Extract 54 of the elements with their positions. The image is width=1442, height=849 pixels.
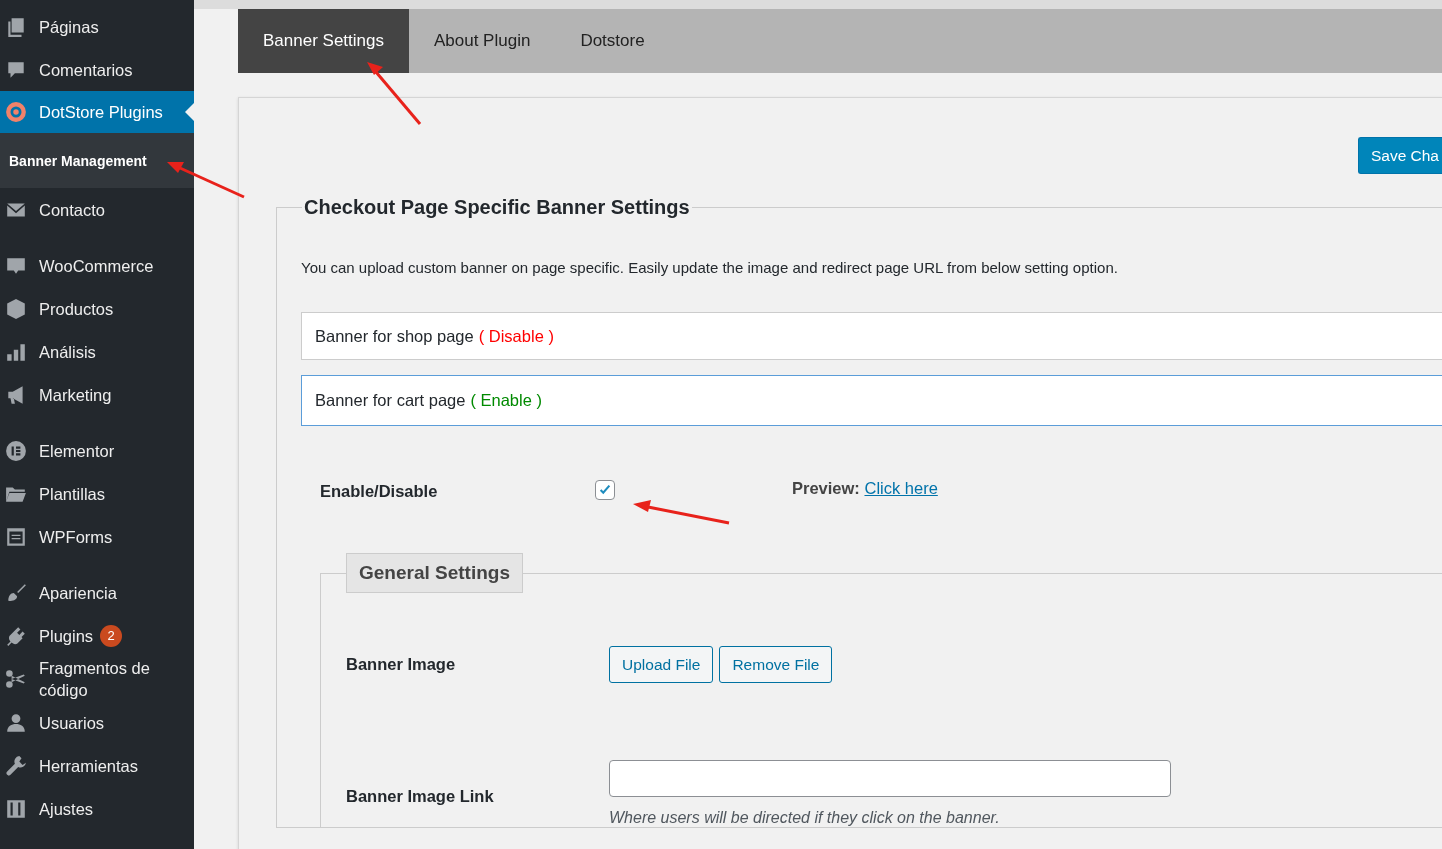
field-label: Banner Image Link [346,787,495,806]
sidebar-item[interactable]: Productos [0,287,194,330]
brush-icon [5,581,27,604]
accordion-title: Banner for cart page [315,391,466,410]
sidebar-item[interactable]: Fragmentos de código [0,657,194,701]
sliders-icon [5,797,27,820]
accordion-header[interactable]: Banner for cart page ( Enable ) [301,375,1442,426]
sidebar-item[interactable]: Ajustes [0,787,194,830]
sidebar-item[interactable]: Elementor [0,429,194,472]
sidebar-item[interactable]: WooCommerce [0,244,194,287]
sidebar-item[interactable]: WPForms [0,515,194,558]
file-button[interactable]: Remove File [719,646,833,683]
sidebar-item[interactable]: Plugins 2 [0,614,194,657]
sidebar-item[interactable]: Plantillas [0,472,194,515]
general-settings-legend: General Settings [346,553,523,593]
status-label: ( Disable ) [478,326,554,346]
update-count-badge: 2 [100,624,123,647]
description-text: You can upload custom banner on page specific. Easily update the image and redirect page URL from below setting option. [301,259,1119,276]
sidebar-item[interactable]: Marketing [0,373,194,416]
round-logo-icon [5,439,27,462]
checkmark-icon [598,482,612,497]
sidebar-item[interactable]: Contacto [0,188,194,231]
wrench-icon [5,754,27,777]
form-icon [5,525,27,548]
banner-link-input[interactable] [609,760,1171,797]
file-button[interactable]: Upload File [609,646,714,683]
sidebar-item[interactable]: DotStore Plugins [0,91,194,133]
accordion-header[interactable]: Banner for shop page ( Disable ) [301,312,1442,360]
person-icon [5,711,27,734]
pages-icon [5,15,27,38]
checkbox[interactable] [595,479,615,500]
sidebar-item[interactable]: Comentarios [0,48,194,91]
status-label: ( Enable ) [470,391,542,410]
sidebar-item[interactable]: Apariencia [0,571,194,614]
sidebar-item[interactable]: Herramientas [0,744,194,787]
accordion-title: Banner for shop page [315,326,474,346]
field-label: Banner Image [346,655,457,674]
scissors-icon [5,668,27,690]
sidebar-item[interactable]: Usuarios [0,701,194,744]
tab[interactable]: Banner Settings [238,9,409,73]
tab[interactable]: Dotstore [555,9,670,73]
plug-icon [5,624,27,647]
tab[interactable]: About Plugin [408,9,556,73]
annotation-arrow [367,62,422,125]
section-title: Checkout Page Specific Banner Settings [303,196,691,219]
target-icon [5,101,27,123]
sidebar-item[interactable]: Análisis [0,330,194,373]
sidebar-item[interactable]: Páginas [0,5,194,48]
save-button[interactable]: Save Cha [1357,137,1442,174]
field-hint: Where users will be directed if they click on the banner. [609,809,1001,827]
preview-link[interactable]: Click here [864,479,938,497]
preview-label: Preview: [792,479,860,497]
box-icon [5,297,27,320]
field-label: Enable/Disable [320,482,439,501]
